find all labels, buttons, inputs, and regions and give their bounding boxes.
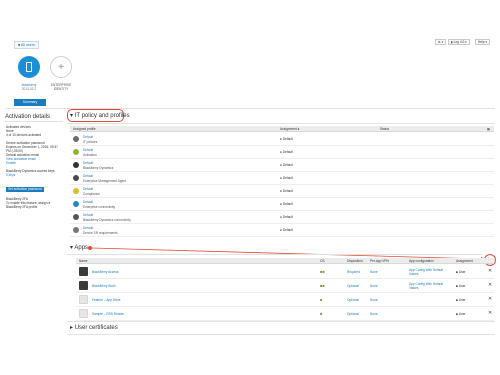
user-icon: ■ [456, 270, 458, 274]
disposition-link[interactable]: Optional [347, 284, 359, 288]
os-icons: ■■ [320, 269, 325, 274]
disposition-link[interactable]: Optional [347, 312, 359, 316]
app-assignment: ■ User [456, 270, 466, 274]
os-icons: ■■ [320, 283, 325, 288]
app-icon [79, 281, 88, 290]
vpn-link[interactable]: None [370, 284, 378, 288]
user-certificates-section-title[interactable]: ▸ User certificates [70, 324, 118, 331]
col-name: Name [79, 259, 88, 263]
vpn-link[interactable]: None [370, 312, 378, 316]
apps-table-header: Name OS Disposition Per-app VPN App conf… [76, 258, 494, 264]
app-row[interactable]: Feature – App Store ■ Optional None ■ User ✕ [76, 293, 494, 307]
col-per-app-vpn: Per-app VPN [370, 259, 389, 263]
remove-app-icon[interactable]: ✕ [488, 269, 492, 274]
app-assignment: ■ User [456, 298, 466, 302]
app-row[interactable]: BlackBerry Work ■■ Optional None App Config … [76, 279, 494, 293]
app-icon [79, 267, 88, 276]
app-name-link[interactable]: Sample – RSS Reader [92, 312, 124, 316]
app-config-link[interactable]: App Config With Default Values [409, 282, 449, 290]
app-icon [79, 295, 88, 304]
app-name-link[interactable]: Feature – App Store [92, 298, 121, 302]
app-assignment: ■ User [456, 284, 466, 288]
remove-app-icon[interactable]: ✕ [488, 297, 492, 302]
app-row[interactable]: BlackBerry Access ■■ Required None App Confi… [76, 265, 494, 279]
user-icon: ■ [456, 312, 458, 316]
app-row[interactable]: Sample – RSS Reader ■ Optional None ■ User ✕ [76, 307, 494, 321]
remove-app-icon[interactable]: ✕ [488, 283, 492, 288]
col-app-configuration: App configuration [409, 259, 434, 263]
remove-app-icon[interactable]: ✕ [488, 311, 492, 316]
app-config-link[interactable]: App Config With Default Values [409, 268, 449, 276]
app-name-link[interactable]: BlackBerry Access [92, 270, 118, 274]
app-icon [79, 309, 88, 318]
os-icons: ■ [320, 311, 323, 316]
col-os: OS [320, 259, 325, 263]
user-icon: ■ [456, 284, 458, 288]
col-assignment: Assignment [456, 259, 473, 263]
disposition-link[interactable]: Required [347, 270, 360, 274]
user-icon: ■ [456, 298, 458, 302]
disposition-link[interactable]: Optional [347, 298, 359, 302]
os-icons: ■ [320, 297, 323, 302]
col-disposition: Disposition [347, 259, 363, 263]
vpn-link[interactable]: None [370, 270, 378, 274]
app-assignment: ■ User [456, 312, 466, 316]
app-name-link[interactable]: BlackBerry Work [92, 284, 116, 288]
vpn-link[interactable]: None [370, 298, 378, 302]
